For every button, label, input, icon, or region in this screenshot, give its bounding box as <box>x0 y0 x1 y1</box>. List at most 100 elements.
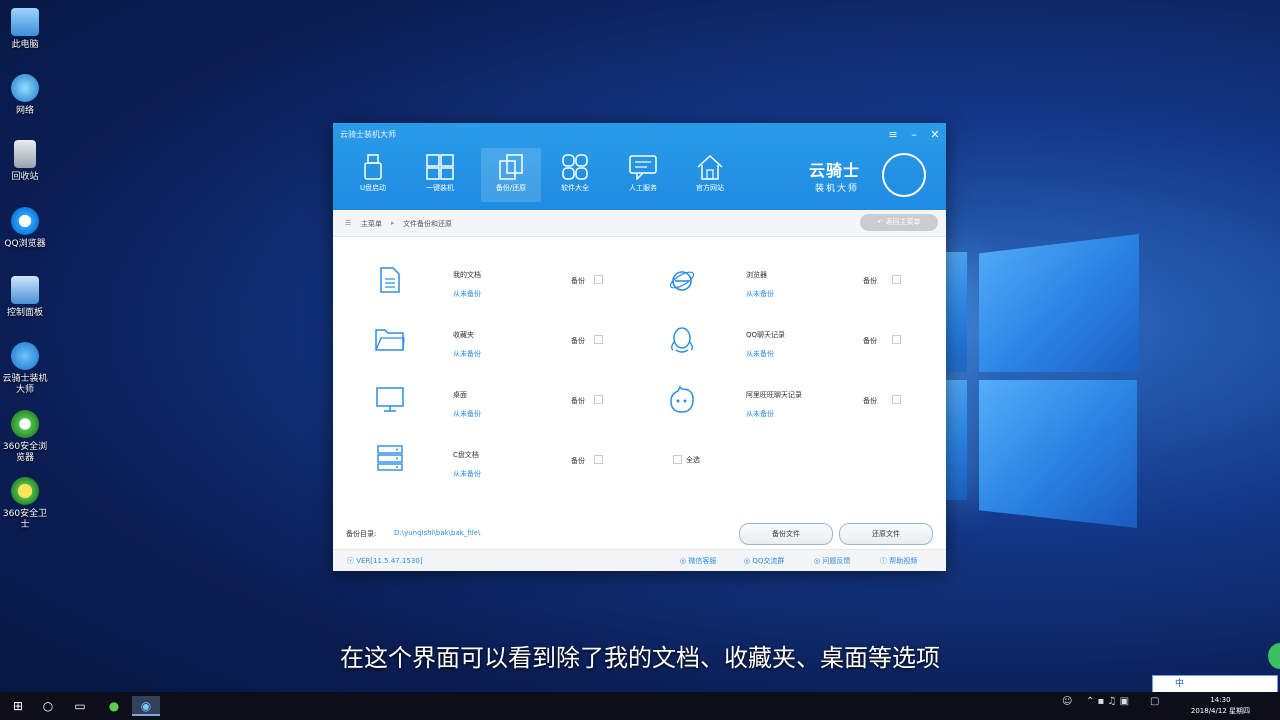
taskbar-360-browser-icon[interactable]: ● <box>100 696 128 716</box>
backup-dir-link[interactable]: D:\yunqishi\bak\bak_file\ <box>394 529 480 537</box>
backup-checkbox[interactable] <box>594 395 603 404</box>
desktop-icon-qq-browser[interactable]: QQ浏览器 <box>0 207 50 250</box>
restore-files-button[interactable]: 还原文件 <box>839 523 933 545</box>
ime-mode[interactable]: 中 <box>1175 679 1184 689</box>
nav-service[interactable]: 人工服务 <box>613 148 673 202</box>
usb-icon <box>364 154 382 180</box>
item-status-link[interactable]: 从未备份 <box>453 349 481 359</box>
yunqishi-icon <box>11 342 39 370</box>
system-clock[interactable]: 14:30 2018/4/12 星期四 <box>1191 695 1250 717</box>
wangwang-icon <box>670 386 694 413</box>
nav-official-site[interactable]: 官方网站 <box>680 148 740 202</box>
item-name: 桌面 <box>453 391 467 399</box>
360-guard-icon <box>11 477 39 505</box>
folder-icon <box>375 329 405 351</box>
backup-label: 备份 <box>571 277 585 285</box>
item-status-link[interactable]: 从未备份 <box>453 469 481 479</box>
network-icon <box>11 74 39 102</box>
footer-link-feedback[interactable]: ◎ 问题反馈 <box>814 556 850 566</box>
backup-label: 备份 <box>863 397 877 405</box>
item-name: QQ聊天记录 <box>746 331 786 339</box>
desktop-icon-360-browser[interactable]: 360安全浏览器 <box>0 410 50 464</box>
backup-label: 备份 <box>863 277 877 285</box>
control-panel-icon <box>11 276 39 304</box>
footer-link-qq-group[interactable]: ◎ QQ交流群 <box>744 556 784 566</box>
back-to-main-button[interactable]: ↶ 返回主菜单 <box>860 214 938 231</box>
app-window: 云骑士装机大师 ≡ – ✕ U盘启动 一键装机 备份/还原 软件大全 人工服务 … <box>333 123 946 571</box>
help-icon: ⓘ <box>880 557 890 565</box>
chat-icon <box>629 155 657 180</box>
item-status-link[interactable]: 从未备份 <box>453 289 481 299</box>
item-name: 浏览器 <box>746 271 767 279</box>
search-icon[interactable]: ○ <box>34 696 62 716</box>
app-title: 云骑士装机大师 <box>340 130 396 139</box>
brand-name: 云骑士 <box>809 161 861 180</box>
backup-checkbox[interactable] <box>892 335 901 344</box>
video-subtitle: 在这个界面可以看到除了我的文档、收藏夹、桌面等选项 <box>340 644 940 672</box>
list-icon: ☰ <box>345 219 352 227</box>
nav-usb-boot[interactable]: U盘启动 <box>343 148 403 202</box>
desktop-icon-network[interactable]: 网络 <box>0 74 50 117</box>
app-footer: ⓥ VER[11.5.47.1530] ◎ 微信客服 ◎ QQ交流群 ◎ 问题反… <box>333 549 946 571</box>
monitor-icon <box>376 387 404 412</box>
backup-checkbox[interactable] <box>594 335 603 344</box>
nav-one-click-install[interactable]: 一键装机 <box>410 148 470 202</box>
recycle-bin-icon <box>14 140 36 168</box>
close-button[interactable]: ✕ <box>928 128 942 141</box>
breadcrumb-separator-icon: ▸ <box>391 219 395 227</box>
desktop-icon-yunqishi[interactable]: 云骑士装机大师 <box>0 342 50 396</box>
taskbar: ⊞ ○ ▭ ● ◉ ☺ ⌃ ▪ ♫ ▣ ▢ 14:30 2018/4/12 星期… <box>0 692 1280 720</box>
brand-subtitle: 装机大师 <box>815 184 860 194</box>
back-arrow-icon: ↶ <box>877 218 886 226</box>
version-label: ⓥ VER[11.5.47.1530] <box>347 557 423 565</box>
document-icon <box>380 267 400 293</box>
ie-icon <box>669 271 695 291</box>
item-name: 我的文档 <box>453 271 481 279</box>
backup-label: 备份 <box>571 397 585 405</box>
backup-label: 备份 <box>571 457 585 465</box>
breadcrumb: ☰ 主菜单 ▸ 文件备份和还原 ↶ 返回主菜单 <box>333 210 946 237</box>
taskbar-yunqishi-icon[interactable]: ◉ <box>132 696 160 716</box>
nav-software[interactable]: 软件大全 <box>545 148 605 202</box>
backup-checkbox[interactable] <box>594 275 603 284</box>
backup-icon <box>499 154 523 180</box>
people-icon[interactable]: ☺ <box>1062 696 1072 707</box>
item-status-link[interactable]: 从未备份 <box>453 409 481 419</box>
nav-backup-restore[interactable]: 备份/还原 <box>481 148 541 202</box>
item-status-link[interactable]: 从未备份 <box>746 409 774 419</box>
item-name: C盘文档 <box>453 451 479 459</box>
windows-icon <box>426 154 454 180</box>
desktop-icon-control-panel[interactable]: 控制面板 <box>0 276 50 319</box>
qq-browser-icon <box>11 207 39 235</box>
item-status-link[interactable]: 从未备份 <box>746 289 774 299</box>
desktop-icon-computer[interactable]: 此电脑 <box>0 8 50 51</box>
drive-icon <box>377 445 403 471</box>
start-button[interactable]: ⊞ <box>4 696 32 716</box>
breadcrumb-home[interactable]: 主菜单 <box>361 219 382 229</box>
item-status-link[interactable]: 从未备份 <box>746 349 774 359</box>
knight-logo-icon <box>882 153 926 197</box>
menu-icon[interactable]: ≡ <box>886 128 900 141</box>
backup-checkbox[interactable] <box>892 395 901 404</box>
ime-toolbar[interactable]: 中 <box>1152 675 1278 693</box>
footer-link-help-video[interactable]: ⓘ 帮助视频 <box>880 556 917 566</box>
minimize-button[interactable]: – <box>907 128 921 141</box>
backup-checkbox[interactable] <box>892 275 901 284</box>
notification-icon[interactable]: ▢ <box>1150 696 1159 707</box>
item-name: 收藏夹 <box>453 331 474 339</box>
backup-label: 备份 <box>863 337 877 345</box>
footer-link-wechat[interactable]: ◎ 微信客服 <box>680 556 716 566</box>
tray-icons[interactable]: ⌃ ▪ ♫ ▣ <box>1086 696 1129 707</box>
backup-label: 备份 <box>571 337 585 345</box>
windows-logo-wallpaper <box>945 228 1140 540</box>
item-name: 阿里旺旺聊天记录 <box>746 391 802 399</box>
breadcrumb-current: 文件备份和还原 <box>403 220 452 228</box>
backup-files-button[interactable]: 备份文件 <box>739 523 833 545</box>
desktop-icon-360-guard[interactable]: 360安全卫士 <box>0 477 50 531</box>
select-all-label: 全选 <box>686 456 700 464</box>
backup-checkbox[interactable] <box>594 455 603 464</box>
desktop-icon-recycle-bin[interactable]: 回收站 <box>0 140 50 183</box>
task-view-icon[interactable]: ▭ <box>66 696 94 716</box>
select-all-checkbox[interactable] <box>673 455 682 464</box>
home-icon <box>697 154 723 180</box>
